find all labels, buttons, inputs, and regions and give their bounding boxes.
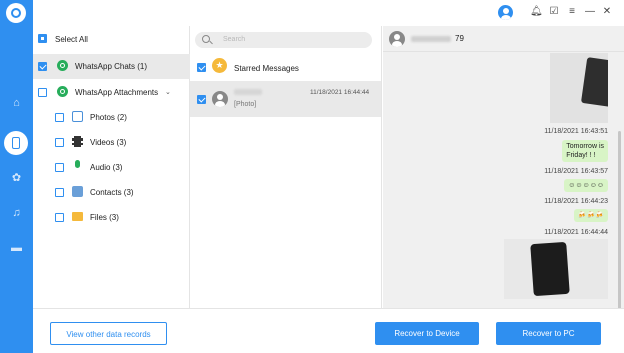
audio-checkbox[interactable] [55, 163, 64, 172]
title-bar: 🔔︎ ☑ ≡ — ✕ [33, 0, 624, 26]
phone-icon[interactable] [4, 131, 28, 155]
message-bubble: ☺☺☺☺☺ [564, 179, 608, 192]
sidebar-nav: ⌂ ✿ ♫ ▬ [0, 0, 33, 353]
category-label: Audio (3) [90, 163, 123, 172]
select-all-label: Select All [55, 35, 88, 44]
message-bubble: Tomorrow is Friday! ! ! [562, 140, 608, 162]
category-label: Photos (2) [90, 113, 127, 122]
message-text-line: Friday! ! ! [566, 152, 596, 159]
search-icon [202, 35, 210, 43]
view-other-records-button[interactable]: View other data records [50, 322, 167, 345]
whatsapp-attachments-checkbox[interactable] [38, 88, 47, 97]
category-label: Files (3) [90, 213, 119, 222]
videos-icon [72, 136, 83, 147]
chat-contact-redacted [411, 36, 451, 42]
category-label: WhatsApp Attachments [75, 88, 159, 97]
chat-image-keyboard[interactable] [550, 53, 608, 123]
star-icon: ★ [212, 58, 227, 73]
category-whatsapp-attachments[interactable]: WhatsApp Attachments ⌄ [33, 80, 190, 105]
category-files[interactable]: Files (3) [33, 205, 190, 230]
whatsapp-chats-checkbox[interactable] [38, 62, 47, 71]
files-checkbox[interactable] [55, 213, 64, 222]
message-text-line: 🍻🍻🍻 [577, 212, 604, 219]
contacts-checkbox[interactable] [55, 188, 64, 197]
chat-contact-suffix: 79 [455, 34, 464, 43]
conversation-panel: Search ★ Starred Messages 11/18/2021 16:… [190, 26, 382, 308]
starred-messages-label[interactable]: Starred Messages [234, 64, 299, 73]
category-panel: Select All WhatsApp Chats (1) WhatsApp A… [33, 26, 190, 308]
category-label: Videos (3) [90, 138, 127, 147]
conversation-checkbox[interactable] [197, 95, 206, 104]
message-timestamp: 11/18/2021 16:44:44 [544, 229, 608, 236]
category-photos[interactable]: Photos (2) [33, 105, 190, 130]
app-logo-icon [6, 3, 26, 23]
videos-checkbox[interactable] [55, 138, 64, 147]
category-label: WhatsApp Chats (1) [75, 62, 148, 71]
home-icon[interactable]: ⌂ [8, 95, 25, 112]
message-timestamp: 11/18/2021 16:43:57 [544, 168, 608, 175]
category-contacts[interactable]: Contacts (3) [33, 180, 190, 205]
search-bar[interactable]: Search [195, 32, 372, 48]
chat-scrollbar[interactable] [618, 131, 621, 321]
contact-icon [72, 186, 83, 197]
message-text-line: Tomorrow is [566, 143, 604, 150]
music-icon[interactable]: ♫ [8, 205, 25, 222]
starred-checkbox[interactable] [197, 63, 206, 72]
settings-icon[interactable]: ✿ [8, 170, 25, 187]
recover-to-device-button[interactable]: Recover to Device [375, 322, 479, 345]
minimize-icon[interactable]: — [584, 6, 596, 18]
conversation-item[interactable]: 11/18/2021 16:44:44 [Photo] [190, 81, 381, 117]
contact-avatar [212, 91, 228, 107]
message-timestamp: 11/18/2021 16:43:51 [544, 128, 608, 135]
chat-header: 79 [383, 26, 624, 52]
chat-image-phone[interactable] [504, 239, 608, 299]
message-timestamp: 11/18/2021 16:44:23 [544, 198, 608, 205]
close-icon[interactable]: ✕ [601, 6, 613, 18]
message-text-line: ☺☺☺☺☺ [568, 182, 604, 189]
folder-icon [72, 212, 83, 221]
bell-icon[interactable]: 🔔︎ [530, 6, 543, 18]
folder-icon[interactable]: ▬ [8, 240, 25, 257]
photos-checkbox[interactable] [55, 113, 64, 122]
select-all-row[interactable]: Select All [33, 26, 190, 51]
category-audio[interactable]: Audio (3) [33, 155, 190, 180]
chevron-down-icon[interactable]: ⌄ [165, 88, 171, 96]
account-avatar-icon[interactable] [498, 5, 513, 20]
chat-contact-avatar [389, 31, 405, 47]
whatsapp-icon [57, 60, 68, 71]
category-videos[interactable]: Videos (3) [33, 130, 190, 155]
message-bubble: 🍻🍻🍻 [573, 209, 608, 222]
contact-name-redacted [234, 89, 262, 95]
photos-icon [72, 111, 83, 122]
search-input[interactable]: Search [223, 36, 245, 43]
feedback-icon[interactable]: ☑ [548, 6, 560, 18]
whatsapp-icon [57, 86, 68, 97]
select-all-checkbox[interactable] [38, 34, 47, 43]
conversation-timestamp: 11/18/2021 16:44:44 [310, 89, 370, 96]
microphone-icon [75, 160, 80, 168]
conversation-preview: [Photo] [234, 101, 257, 108]
recover-to-pc-button[interactable]: Recover to PC [496, 322, 601, 345]
menu-icon[interactable]: ≡ [566, 6, 578, 18]
category-whatsapp-chats[interactable]: WhatsApp Chats (1) [33, 54, 190, 79]
category-label: Contacts (3) [90, 188, 134, 197]
footer-bar: View other data records Recover to Devic… [33, 308, 624, 353]
chat-panel: 11/18/2021 16:43:51 Tomorrow is Friday! … [383, 26, 624, 321]
